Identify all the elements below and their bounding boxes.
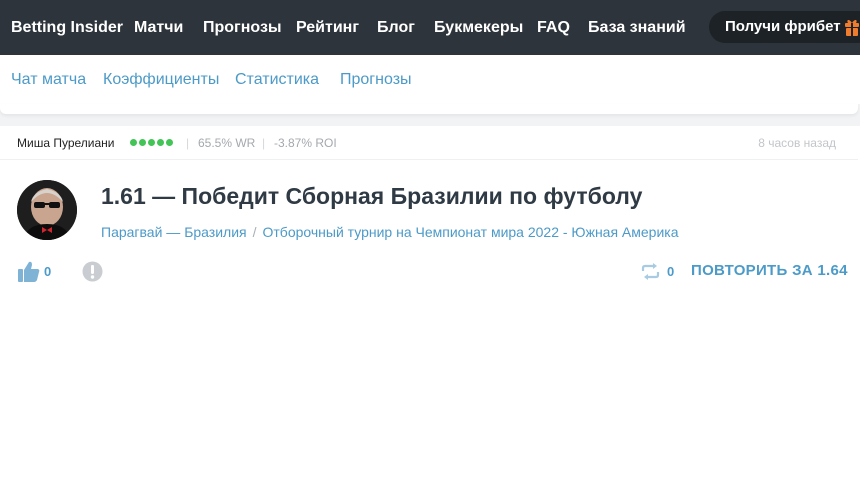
author-name-link[interactable]: Миша Пурелиани [17, 136, 114, 150]
tab-predictions[interactable]: Прогнозы [340, 55, 412, 105]
nav-item-predictions[interactable]: Прогнозы [203, 0, 282, 55]
rating-dots [130, 139, 175, 157]
like-count: 0 [44, 264, 52, 279]
top-navigation: Betting Insider Матчи Прогнозы Рейтинг Б… [0, 0, 860, 55]
timestamp: 8 часов назад [758, 136, 836, 150]
rating-dot [148, 139, 155, 146]
nav-item-blog[interactable]: Блог [377, 0, 415, 55]
match-link[interactable]: Парагвай — Бразилия [101, 224, 247, 240]
report-icon[interactable] [82, 261, 103, 282]
repeat-icon [641, 263, 660, 280]
match-tabs: Чат матча Коэффициенты Статистика Прогно… [0, 55, 860, 105]
stat-divider: | [262, 136, 266, 150]
rating-dot [139, 139, 146, 146]
thumbs-up-icon[interactable] [18, 261, 40, 282]
rating-dot [157, 139, 164, 146]
prediction-title: 1.61 — Победит Сборная Бразилии по футбо… [101, 183, 643, 209]
card-actions: 0 0 ПОВТОРИТЬ ЗА 1.64 [0, 260, 858, 284]
roi-value: -3.87% ROI [274, 136, 337, 150]
tab-odds[interactable]: Коэффициенты [103, 55, 219, 105]
repeat-count: 0 [667, 264, 675, 279]
get-freebet-button[interactable]: Получи фрибет [709, 11, 860, 43]
nav-item-bookmakers[interactable]: Букмекеры [434, 0, 523, 55]
gift-icon [845, 19, 859, 36]
tab-statistics[interactable]: Статистика [235, 55, 319, 105]
nav-item-rating[interactable]: Рейтинг [296, 0, 359, 55]
win-rate: 65.5% WR [198, 136, 256, 150]
tournament-link[interactable]: Отборочный турнир на Чемпионат мира 2022… [263, 224, 679, 240]
tab-match-chat[interactable]: Чат матча [11, 55, 86, 105]
rating-dot [166, 139, 173, 146]
freebet-label: Получи фрибет [725, 18, 841, 35]
nav-item-faq[interactable]: FAQ [537, 0, 570, 55]
nav-item-matches[interactable]: Матчи [134, 0, 183, 55]
avatar-image [17, 180, 77, 240]
rating-dot [130, 139, 137, 146]
stat-divider: | [186, 136, 190, 150]
section-divider [0, 104, 860, 126]
match-info: Парагвай — Бразилия / Отборочный турнир на… [101, 224, 679, 240]
brand-logo-link[interactable]: Betting Insider [11, 0, 123, 55]
card-header: Миша Пурелиани | 65.5% WR | -3.87% ROI 8… [0, 126, 858, 160]
repeat-bet-button[interactable]: ПОВТОРИТЬ ЗА 1.64 [691, 262, 848, 279]
avatar[interactable] [17, 180, 77, 240]
nav-item-knowledge-base[interactable]: База знаний [588, 0, 686, 55]
previous-card-edge [0, 104, 858, 114]
prediction-card: Миша Пурелиани | 65.5% WR | -3.87% ROI 8… [0, 126, 858, 480]
breadcrumb-separator: / [252, 224, 257, 240]
